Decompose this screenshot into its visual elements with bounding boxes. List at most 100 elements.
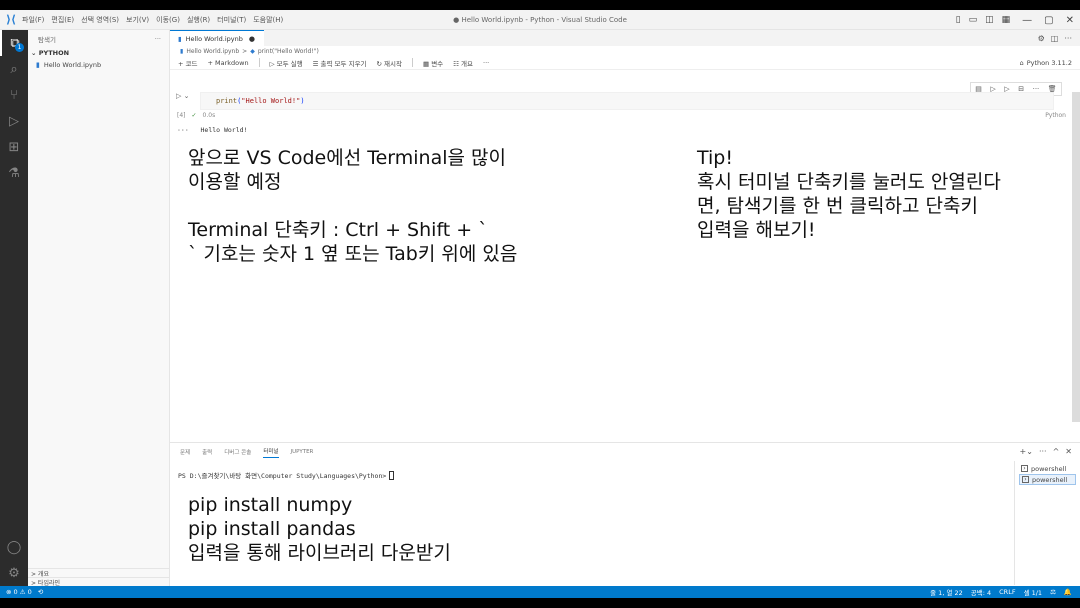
restart-button[interactable]: ↻ 재시작 (377, 58, 402, 68)
source-control-icon[interactable]: ⑂ (0, 82, 28, 108)
outline-section[interactable]: > 개요 (28, 568, 169, 578)
files-icon[interactable]: ⧉ 1 (0, 30, 28, 56)
indentation[interactable]: 공백: 4 (971, 587, 991, 597)
bottom-black-band (0, 598, 1080, 608)
menu-edit[interactable]: 편집(E) (51, 15, 74, 25)
notebook-editor: ▮ Hello World.ipynb ● ⚙ ◫ ··· ▮ Hello Wo… (170, 30, 1080, 442)
terminal-instance[interactable]: › powershell (1019, 474, 1076, 485)
close-panel-button[interactable]: ✕ (1065, 447, 1072, 456)
customize-layout-icon[interactable]: ▦ (1002, 15, 1011, 25)
code-func: print (216, 97, 238, 105)
top-black-band (0, 0, 1080, 10)
menu-terminal[interactable]: 터미널(T) (217, 15, 246, 25)
cell-language[interactable]: Python (1045, 112, 1066, 119)
run-debug-icon[interactable]: ▷ (0, 108, 28, 134)
add-code-button[interactable]: + 코드 (178, 58, 197, 68)
menu-selection[interactable]: 선택 영역(S) (81, 15, 119, 25)
settings-gear-icon[interactable]: ⚙ (1038, 34, 1045, 43)
split-editor-icon[interactable]: ◫ (1051, 34, 1059, 43)
menu-bar: 파일(F) 편집(E) 선택 영역(S) 보기(V) 이동(G) 실행(R) 터… (22, 15, 283, 25)
maximize-button[interactable]: ▢ (1044, 15, 1053, 26)
toolbar-divider (258, 58, 260, 67)
kernel-picker[interactable]: ⌂ Python 3.11.2 (1020, 56, 1072, 70)
tab-jupyter[interactable]: JUPYTER (291, 449, 314, 455)
account-icon[interactable]: ◯ (0, 534, 28, 560)
menu-go[interactable]: 이동(G) (156, 15, 180, 25)
cursor-position[interactable]: 줄 1, 열 22 (930, 587, 963, 597)
folder-python[interactable]: ⌄ PYTHON (28, 47, 169, 59)
unsaved-dot-icon[interactable]: ● (249, 35, 255, 43)
explorer-header: 탐색기 ··· (28, 30, 169, 47)
tab-problems[interactable]: 문제 (180, 448, 190, 456)
new-terminal-button[interactable]: +⌄ (1020, 447, 1033, 456)
explorer-badge: 1 (15, 43, 24, 52)
tab-terminal[interactable]: 터미널 (263, 447, 279, 458)
maximize-panel-button[interactable]: ^ (1053, 447, 1060, 456)
kernel-label: Python 3.11.2 (1026, 59, 1072, 67)
feedback-icon[interactable]: ⚖ (1050, 588, 1056, 596)
clear-outputs-button[interactable]: ☰ 출력 모두 지우기 (313, 58, 367, 68)
menu-run[interactable]: 실행(R) (187, 15, 210, 25)
close-button[interactable]: ✕ (1066, 15, 1074, 26)
more-actions-icon[interactable]: ··· (1064, 34, 1072, 43)
extensions-icon[interactable]: ⊞ (0, 134, 28, 160)
toolbar-more-button[interactable]: ··· (483, 59, 489, 67)
annotation-line: 입력을 해보기! (697, 219, 816, 241)
explorer-sidebar: 탐색기 ··· ⌄ PYTHON ▮ Hello World.ipynb > 개… (28, 30, 170, 587)
annotation-line: 앞으로 VS Code에선 Terminal을 많이 (188, 147, 506, 169)
problems-status[interactable]: ⊗ 0 ⚠ 0 (6, 588, 32, 596)
breadcrumb-cell[interactable]: print("Hello World!") (258, 48, 319, 55)
terminal-instance[interactable]: › powershell (1019, 463, 1076, 474)
tab-debug-console[interactable]: 디버그 콘솔 (224, 448, 251, 456)
add-markdown-button[interactable]: + Markdown (207, 59, 248, 67)
toggle-secondary-sidebar-icon[interactable]: ◫ (985, 15, 994, 25)
run-all-button[interactable]: ▷ 모두 실행 (270, 58, 303, 68)
menu-view[interactable]: 보기(V) (126, 15, 149, 25)
testing-icon[interactable]: ⚗ (0, 160, 28, 186)
remote-icon[interactable]: ⟲ (38, 588, 43, 596)
annotation-line: Terminal 단축키 : Ctrl + Shift + ` (188, 219, 488, 241)
kernel-icon: ⌂ (1019, 59, 1024, 67)
breadcrumb-separator: > (242, 47, 248, 55)
notebook-icon: ▮ (180, 47, 184, 55)
code-editor[interactable]: print("Hello World!") (200, 92, 1054, 110)
run-cell-button[interactable]: ▷ ⌄ (176, 92, 189, 100)
tab-output[interactable]: 출력 (202, 448, 212, 456)
toggle-panel-icon[interactable]: ▭ (969, 15, 978, 25)
explorer-title: 탐색기 (38, 35, 56, 44)
panel-tabs: 문제 출력 디버그 콘솔 터미널 JUPYTER (170, 443, 1080, 461)
window-title: ● Hello World.ipynb - Python - Visual St… (453, 15, 627, 24)
line-ending[interactable]: CRLF (999, 588, 1015, 596)
execution-count: [4] (177, 112, 186, 119)
manage-gear-icon[interactable]: ⚙ (0, 560, 28, 586)
cell-position[interactable]: 셀 1/1 (1024, 587, 1043, 597)
status-bar: ⊗ 0 ⚠ 0 ⟲ 줄 1, 열 22 공백: 4 CRLF 셀 1/1 ⚖ 🔔 (0, 586, 1080, 598)
terminal-icon: › (1021, 465, 1028, 472)
toggle-sidebar-icon[interactable]: ▯ (956, 15, 961, 25)
terminal-cursor (389, 470, 395, 480)
outline-button[interactable]: ☷ 개요 (453, 58, 473, 68)
timeline-section[interactable]: > 타임라인 (28, 577, 169, 587)
output-menu-icon[interactable]: ··· (177, 126, 189, 134)
search-icon[interactable]: ⌕ (0, 56, 28, 82)
toolbar-divider (411, 58, 413, 67)
explorer-more-button[interactable]: ··· (155, 35, 161, 43)
annotation-line: Tip! (697, 147, 733, 169)
menu-help[interactable]: 도움말(H) (253, 15, 283, 25)
annotation-line: ` 기호는 숫자 1 옆 또는 Tab키 위에 있음 (188, 243, 518, 265)
tab-hello-world[interactable]: ▮ Hello World.ipynb ● (170, 30, 264, 46)
breadcrumb-file[interactable]: Hello World.ipynb (186, 48, 239, 55)
cell-status: [4] ✓ 0.0s (177, 112, 215, 119)
variables-button[interactable]: ▦ 변수 (423, 58, 443, 68)
notifications-bell-icon[interactable]: 🔔 (1064, 588, 1072, 596)
panel-more-button[interactable]: ··· (1039, 447, 1047, 456)
minimize-button[interactable]: — (1022, 15, 1032, 26)
file-hello-world[interactable]: ▮ Hello World.ipynb (28, 59, 169, 71)
vscode-logo-icon[interactable]: ⟩⟨ (0, 13, 22, 26)
editor-scrollbar[interactable] (1072, 92, 1080, 422)
prompt-text: PS D:\즐겨찾기\바탕 화면\Computer Study\Language… (178, 472, 387, 480)
menu-file[interactable]: 파일(F) (22, 15, 44, 25)
code-line: print("Hello World!") (216, 97, 305, 105)
terminal-prompt[interactable]: PS D:\즐겨찾기\바탕 화면\Computer Study\Language… (178, 470, 395, 480)
bottom-panel: 문제 출력 디버그 콘솔 터미널 JUPYTER +⌄ ··· ^ ✕ PS D… (170, 442, 1080, 586)
